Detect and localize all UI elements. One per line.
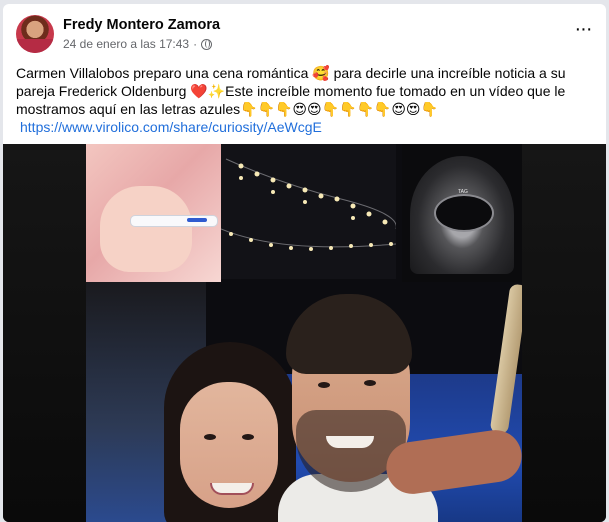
pregnancy-test-stick <box>130 215 218 227</box>
image-right-margin <box>522 144 606 522</box>
ultrasound-label: TAG <box>458 189 468 195</box>
image-woman-eye <box>204 434 216 440</box>
post-header: Fredy Montero Zamora 24 de enero a las 1… <box>16 15 596 57</box>
image-left-margin <box>3 144 86 522</box>
ultrasound-sac <box>434 194 494 232</box>
post-image[interactable]: TAG <box>3 144 606 522</box>
author-name[interactable]: Fredy Montero Zamora <box>63 17 220 33</box>
image-pregnancy-test <box>86 144 221 282</box>
post-text: Carmen Villalobos preparo una cena román… <box>16 64 596 136</box>
image-man-eye <box>318 382 330 388</box>
image-woman-smile <box>210 483 254 495</box>
image-man-hair <box>286 294 412 374</box>
facebook-post: Fredy Montero Zamora 24 de enero a las 1… <box>3 4 606 522</box>
timestamp[interactable]: 24 de enero a las 17:43 <box>63 37 189 51</box>
more-horizontal-icon[interactable]: ··· <box>570 19 596 43</box>
image-woman-eye <box>242 434 254 440</box>
avatar[interactable] <box>16 15 54 53</box>
image-ultrasound: TAG <box>402 144 522 282</box>
post-meta: 24 de enero a las 17:43 · <box>63 37 213 51</box>
image-string-lights <box>221 144 396 279</box>
image-man-eye <box>364 380 376 386</box>
meta-separator: · <box>193 37 198 51</box>
post-link[interactable]: https://www.virolico.com/share/curiosity… <box>20 119 322 135</box>
image-collage: TAG <box>86 144 522 522</box>
image-hand <box>100 186 192 272</box>
globe-icon <box>201 38 213 50</box>
post-message: Carmen Villalobos preparo una cena román… <box>16 65 566 117</box>
lights-background <box>221 144 396 279</box>
image-man-smile <box>326 436 374 448</box>
